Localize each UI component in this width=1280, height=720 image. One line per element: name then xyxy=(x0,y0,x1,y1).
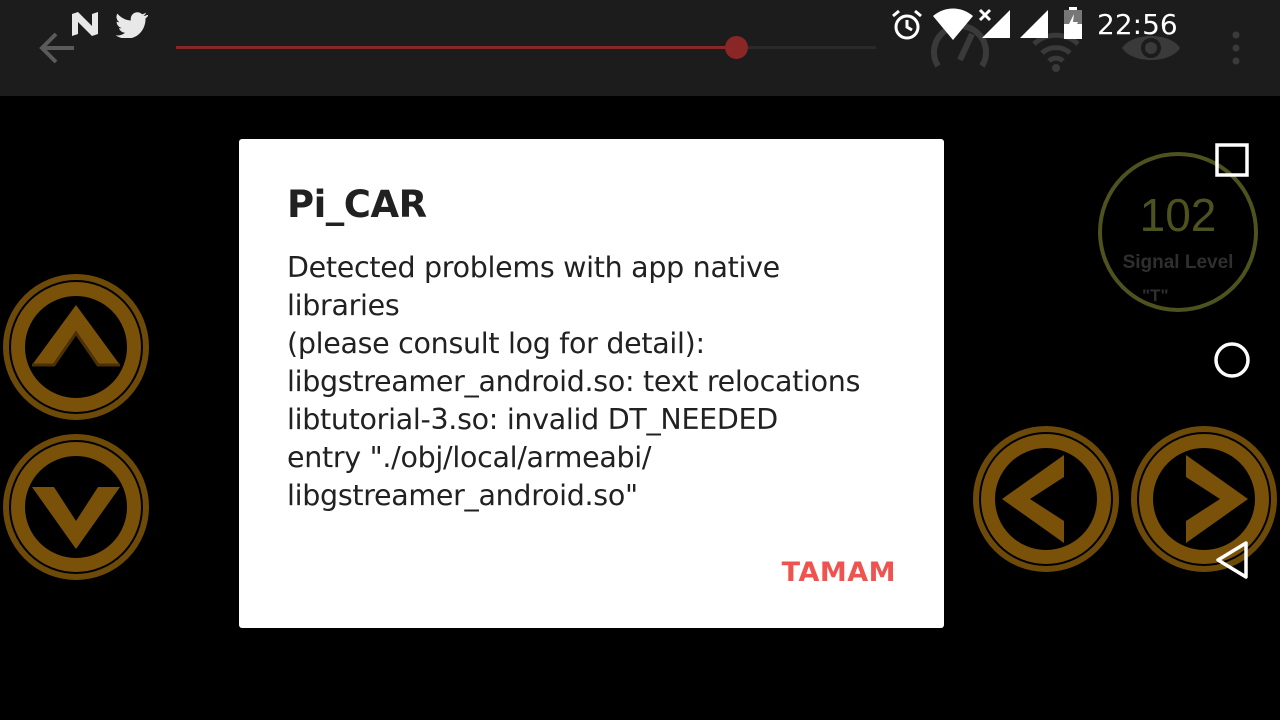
cellular-signal-icon xyxy=(978,8,1010,38)
error-dialog: Pi_CAR Detected problems with app native… xyxy=(239,139,944,628)
dialog-title: Pi_CAR xyxy=(287,183,427,226)
dialog-message: Detected problems with app native librar… xyxy=(287,251,861,512)
right-button[interactable] xyxy=(1130,425,1278,573)
signal-level-label: Signal Level xyxy=(1122,252,1234,273)
seek-bar-progress xyxy=(176,46,736,49)
signal-level-unit: "T" xyxy=(1142,286,1169,305)
alarm-icon xyxy=(892,9,922,40)
forward-button[interactable] xyxy=(2,273,150,421)
left-button[interactable] xyxy=(972,425,1120,573)
cellular-signal-icon-2 xyxy=(1020,10,1048,38)
ok-button[interactable]: TAMAM xyxy=(782,557,896,588)
battery-charging-icon xyxy=(1064,7,1082,39)
home-button[interactable] xyxy=(1212,340,1252,380)
backward-button[interactable] xyxy=(2,433,150,581)
status-time: 22:56 xyxy=(1097,8,1178,41)
seek-bar[interactable] xyxy=(176,36,876,59)
wifi-signal-icon xyxy=(933,8,973,40)
recents-button[interactable] xyxy=(1214,142,1250,178)
signal-level-value: 102 xyxy=(1139,189,1217,241)
seek-bar-thumb[interactable] xyxy=(725,36,748,59)
twitter-icon xyxy=(116,12,148,38)
n-app-icon xyxy=(72,12,98,36)
overflow-menu-icon[interactable] xyxy=(1228,30,1244,66)
top-toolbar: 22:56 xyxy=(0,0,1280,96)
back-button[interactable] xyxy=(1214,540,1250,580)
